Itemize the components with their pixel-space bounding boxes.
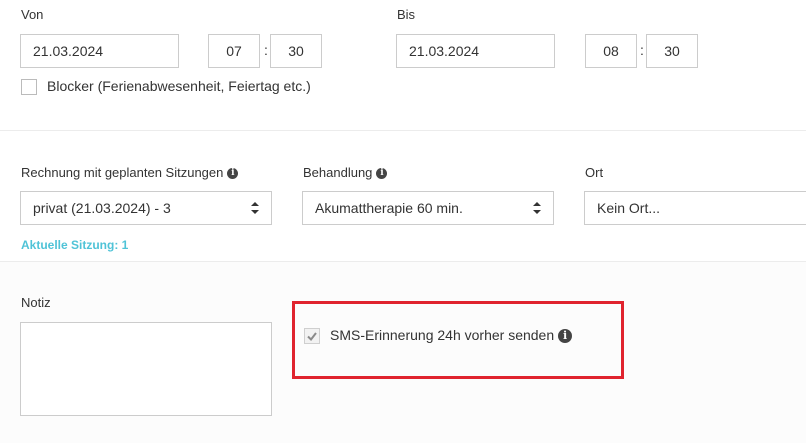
- from-date-input[interactable]: 21.03.2024: [20, 34, 179, 68]
- invoice-label: Rechnung mit geplanten Sitzungen i: [21, 165, 239, 180]
- select-arrows-icon: [533, 202, 541, 214]
- treatment-select[interactable]: Akumattherapie 60 min.: [302, 191, 554, 225]
- to-minute-input[interactable]: 30: [646, 34, 698, 68]
- treatment-select-value: Akumattherapie 60 min.: [315, 200, 463, 216]
- from-hour-input[interactable]: 07: [208, 34, 260, 68]
- location-input[interactable]: Kein Ort...: [584, 191, 806, 225]
- treatment-label-text: Behandlung: [303, 165, 373, 180]
- treatment-label: Behandlung i: [303, 165, 388, 180]
- to-hour-input[interactable]: 08: [585, 34, 637, 68]
- sms-label-text: SMS-Erinnerung 24h vorher senden: [330, 327, 555, 343]
- sms-label: SMS-Erinnerung 24h vorher senden i: [330, 327, 573, 344]
- blocker-checkbox[interactable]: [21, 79, 37, 95]
- location-input-value: Kein Ort...: [597, 200, 661, 216]
- info-icon[interactable]: i: [376, 168, 388, 180]
- notes-textarea[interactable]: [20, 322, 272, 416]
- to-date-input[interactable]: 21.03.2024: [396, 34, 555, 68]
- location-label: Ort: [585, 165, 604, 180]
- notes-label: Notiz: [21, 295, 51, 310]
- to-label: Bis: [397, 7, 416, 22]
- sms-checkbox[interactable]: [304, 328, 320, 344]
- select-arrows-icon: [251, 202, 259, 214]
- to-time-separator: :: [640, 42, 644, 58]
- invoice-label-text: Rechnung mit geplanten Sitzungen: [21, 165, 224, 180]
- info-icon[interactable]: i: [227, 168, 239, 180]
- invoice-select[interactable]: privat (21.03.2024) - 3: [20, 191, 272, 225]
- invoice-select-value: privat (21.03.2024) - 3: [33, 200, 171, 216]
- blocker-label: Blocker (Ferienabwesenheit, Feiertag etc…: [47, 78, 311, 94]
- current-session-text: Aktuelle Sitzung: 1: [21, 238, 129, 252]
- from-minute-input[interactable]: 30: [270, 34, 322, 68]
- from-label: Von: [21, 7, 44, 22]
- info-icon[interactable]: i: [558, 329, 573, 344]
- from-time-separator: :: [264, 42, 268, 58]
- section-divider: [0, 130, 806, 131]
- checkmark-icon: [307, 332, 317, 342]
